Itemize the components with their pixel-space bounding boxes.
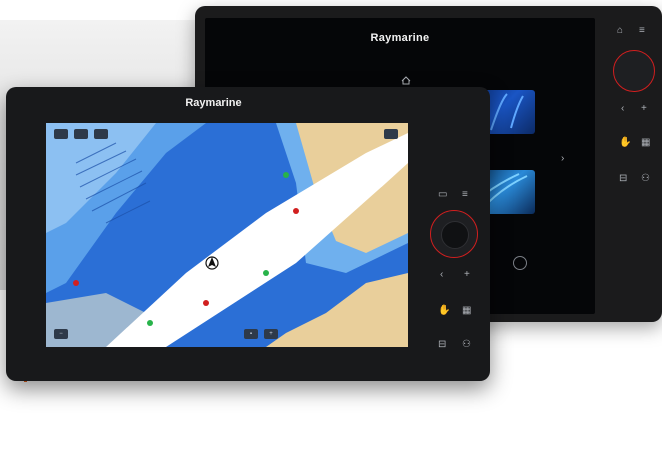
screen-button-3[interactable] (94, 129, 108, 139)
gauge-icon[interactable] (513, 256, 527, 270)
rotary-knob[interactable] (430, 210, 478, 258)
rotary-knob[interactable] (613, 50, 655, 92)
range-button[interactable]: ▪ (244, 329, 258, 339)
chart-screen[interactable]: − ▪ + (46, 123, 408, 347)
hand-icon[interactable]: ✋ (438, 306, 450, 316)
nautical-chart (46, 123, 408, 347)
plus-icon[interactable]: + (641, 104, 647, 114)
user-icon[interactable]: ⚇ (641, 174, 650, 184)
waypoint-icon[interactable]: ⊟ (438, 340, 446, 350)
screen-button-2[interactable] (74, 129, 88, 139)
front-brand-logo: Raymarine (185, 97, 242, 109)
screen-button-1[interactable] (54, 129, 68, 139)
chevron-left-icon[interactable]: ‹ (621, 104, 624, 114)
zoom-out-button[interactable]: − (54, 329, 68, 339)
grid-icon[interactable]: ▦ (462, 306, 471, 316)
grid-icon[interactable]: ▦ (641, 138, 650, 148)
chevron-left-icon[interactable]: ▭ (438, 190, 447, 200)
knob-center (441, 221, 469, 249)
menu-icon[interactable]: ≡ (462, 190, 468, 200)
chevron-right-icon[interactable]: › (561, 154, 564, 164)
user-icon[interactable]: ⚇ (462, 340, 471, 350)
vessel-icon (205, 256, 219, 270)
waypoint-icon[interactable]: ⊟ (619, 174, 627, 184)
plus-icon[interactable]: + (464, 270, 470, 280)
back-status-bar (233, 58, 567, 68)
hand-icon[interactable]: ✋ (619, 138, 631, 148)
home-icon (401, 76, 411, 85)
menu-icon[interactable]: ≡ (639, 26, 645, 36)
home-icon[interactable]: ⌂ (617, 26, 623, 36)
back-brand-logo: Raymarine (370, 32, 430, 44)
zoom-in-button[interactable]: + (264, 329, 278, 339)
screen-button-4[interactable] (384, 129, 398, 139)
chevron-left-icon[interactable]: ‹ (440, 270, 443, 280)
back-right-controls: ⌂ ≡ ‹ + ✋ ▦ ⊟ ⚇ (607, 6, 662, 322)
front-right-controls: ▭ ≡ ‹ + ✋ ▦ ⊟ ⚇ (430, 182, 490, 462)
